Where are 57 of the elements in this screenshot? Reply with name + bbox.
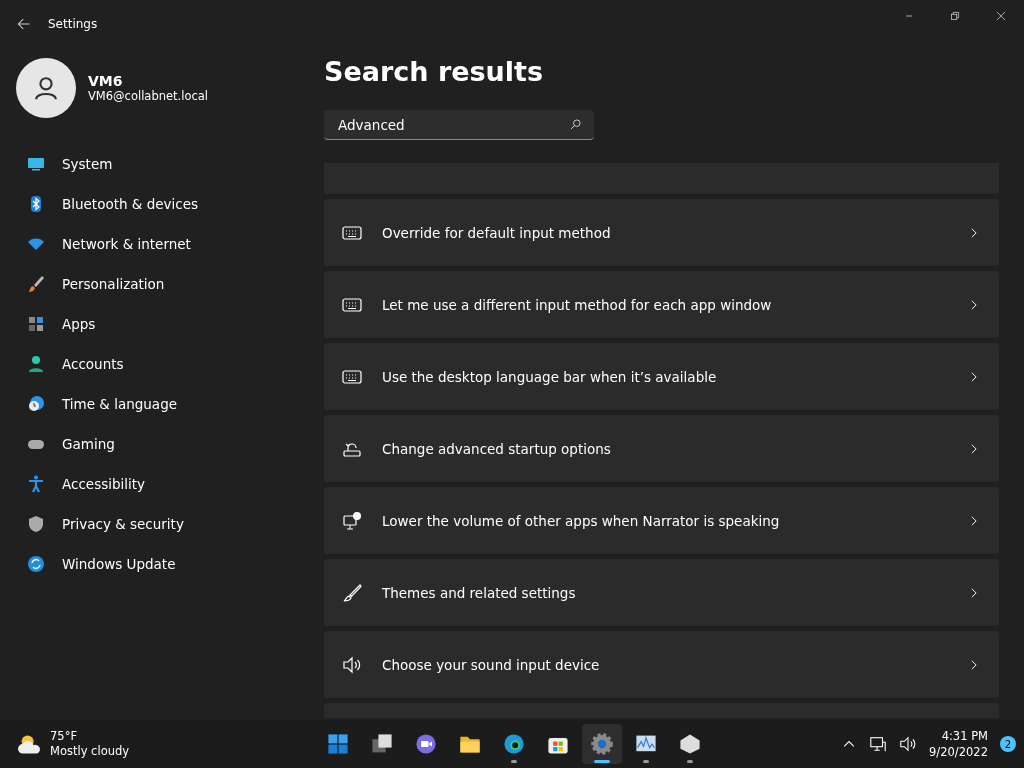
result-card[interactable]: Let me use a different input method for each app window <box>324 271 999 338</box>
sidebar-item[interactable]: Privacy & security <box>4 506 320 542</box>
search-icon <box>569 118 582 131</box>
sidebar-item[interactable]: Accounts <box>4 346 320 382</box>
search-input[interactable]: Advanced <box>336 115 569 134</box>
person-icon <box>26 354 46 374</box>
account-email: VM6@collabnet.local <box>88 89 209 103</box>
running-indicator <box>687 760 693 763</box>
running-indicator <box>643 760 649 763</box>
notification-badge[interactable]: 2 <box>1000 736 1016 752</box>
taskbar-app[interactable] <box>582 724 622 764</box>
page-heading: Search results <box>324 56 545 89</box>
window-title: Settings <box>48 17 98 31</box>
start-icon <box>326 732 350 756</box>
accessibility-icon <box>26 474 46 494</box>
result-card[interactable]: Change advanced startup options <box>324 415 999 482</box>
apps-icon <box>26 314 46 334</box>
running-indicator <box>594 760 610 763</box>
sidebar-item[interactable]: Windows Update <box>4 546 320 582</box>
weather-temperature: 75°F <box>50 729 78 744</box>
speaker-icon <box>342 654 362 675</box>
sidebar-item[interactable]: System <box>4 146 320 182</box>
brush-icon <box>26 274 46 294</box>
restore-icon <box>949 10 961 22</box>
back-arrow-icon <box>16 16 32 32</box>
result-card[interactable]: Lower the volume of other apps when Narrator is speaking <box>324 487 999 554</box>
sidebar-item[interactable]: Bluetooth & devices <box>4 186 320 222</box>
sidebar-item[interactable]: Network & internet <box>4 226 320 262</box>
sidebar-item[interactable]: Accessibility <box>4 466 320 502</box>
sidebar-item[interactable]: Time & language <box>4 386 320 422</box>
weather-condition: Mostly cloudy <box>50 744 130 759</box>
close-icon <box>995 10 1007 22</box>
sidebar-item[interactable]: Gaming <box>4 426 320 462</box>
running-indicator <box>511 760 517 763</box>
result-card[interactable]: Use the desktop language bar when it’s available <box>324 343 999 410</box>
gear-icon <box>590 732 614 756</box>
sync-icon <box>26 554 46 574</box>
clock-time: 4:31 PM <box>940 728 988 744</box>
result-card[interactable]: Override for default input method <box>324 199 999 266</box>
network-icon <box>869 735 888 753</box>
narrator-monitor-icon <box>342 510 362 531</box>
person-silhouette-icon <box>32 74 60 102</box>
search-box[interactable]: Advanced <box>324 110 594 140</box>
paintbrush-icon <box>342 582 362 603</box>
chat-icon <box>414 732 438 756</box>
avatar[interactable] <box>16 58 76 118</box>
clock-date: 9/20/2022 <box>929 744 988 760</box>
sidebar-item[interactable]: Apps <box>4 306 320 342</box>
volume-icon <box>899 735 918 753</box>
clock-globe-icon <box>26 394 46 414</box>
shield-icon <box>26 514 46 534</box>
sidebar-item[interactable]: Personalization <box>4 266 320 302</box>
cube-icon <box>678 732 702 756</box>
account-name: VM6 <box>88 73 124 89</box>
edge-icon <box>502 732 526 756</box>
result-card[interactable]: Choose your sound input device <box>324 631 999 698</box>
result-card[interactable]: Themes and related settings <box>324 559 999 626</box>
